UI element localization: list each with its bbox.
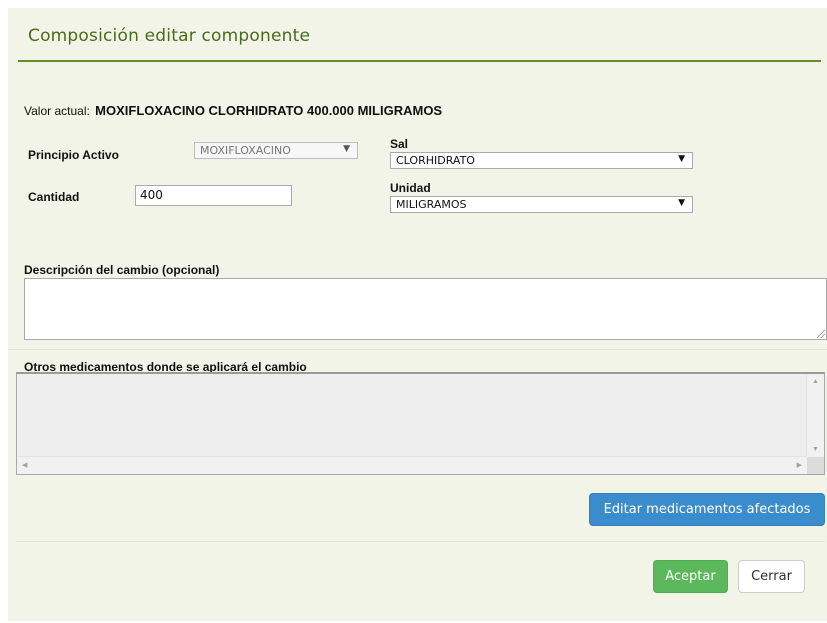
accept-button[interactable]: Aceptar	[653, 560, 728, 593]
edit-component-dialog: Composición editar componente Valor actu…	[8, 8, 827, 621]
chevron-down-icon: ▼	[678, 198, 685, 208]
other-medicines-list[interactable]: ▲ ▼ ◀ ▶	[16, 372, 825, 475]
cantidad-input[interactable]: 400	[135, 185, 292, 206]
sal-select[interactable]: CLORHIDRATO ▼	[390, 152, 693, 169]
sal-label: Sal	[390, 137, 409, 151]
dialog-title: Composición editar componente	[28, 26, 311, 46]
arrow-up-icon[interactable]: ▲	[812, 378, 819, 385]
cantidad-label: Cantidad	[28, 190, 80, 204]
close-button[interactable]: Cerrar	[738, 560, 805, 593]
chevron-down-icon: ▼	[343, 144, 350, 154]
edit-affected-medicines-button[interactable]: Editar medicamentos afectados	[589, 493, 825, 526]
arrow-down-icon[interactable]: ▼	[812, 446, 819, 453]
current-value-label: Valor actual:	[24, 104, 90, 118]
current-value: Valor actual: MOXIFLOXACINO CLORHIDRATO …	[24, 103, 442, 118]
description-label: Descripción del cambio (opcional)	[24, 263, 220, 277]
footer-divider	[16, 541, 825, 542]
sal-value: CLORHIDRATO	[396, 154, 475, 167]
principio-activo-label: Principio Activo	[28, 148, 119, 162]
vertical-scrollbar[interactable]: ▲ ▼	[806, 374, 824, 457]
resize-grip-icon[interactable]	[817, 330, 825, 338]
principio-activo-value: MOXIFLOXACINO	[200, 144, 291, 157]
horizontal-scrollbar[interactable]: ◀ ▶	[17, 456, 807, 474]
arrow-right-icon[interactable]: ▶	[797, 461, 802, 469]
title-divider	[18, 60, 821, 62]
unidad-label: Unidad	[390, 181, 431, 195]
arrow-left-icon[interactable]: ◀	[22, 461, 27, 469]
section-divider	[8, 349, 827, 350]
unidad-value: MILIGRAMOS	[396, 198, 467, 211]
description-textarea[interactable]	[24, 278, 827, 340]
chevron-down-icon: ▼	[678, 154, 685, 164]
scrollbar-corner	[807, 457, 824, 474]
current-value-text: MOXIFLOXACINO CLORHIDRATO 400.000 MILIGR…	[95, 103, 443, 118]
principio-activo-select[interactable]: MOXIFLOXACINO ▼	[194, 142, 358, 159]
unidad-select[interactable]: MILIGRAMOS ▼	[390, 196, 693, 213]
